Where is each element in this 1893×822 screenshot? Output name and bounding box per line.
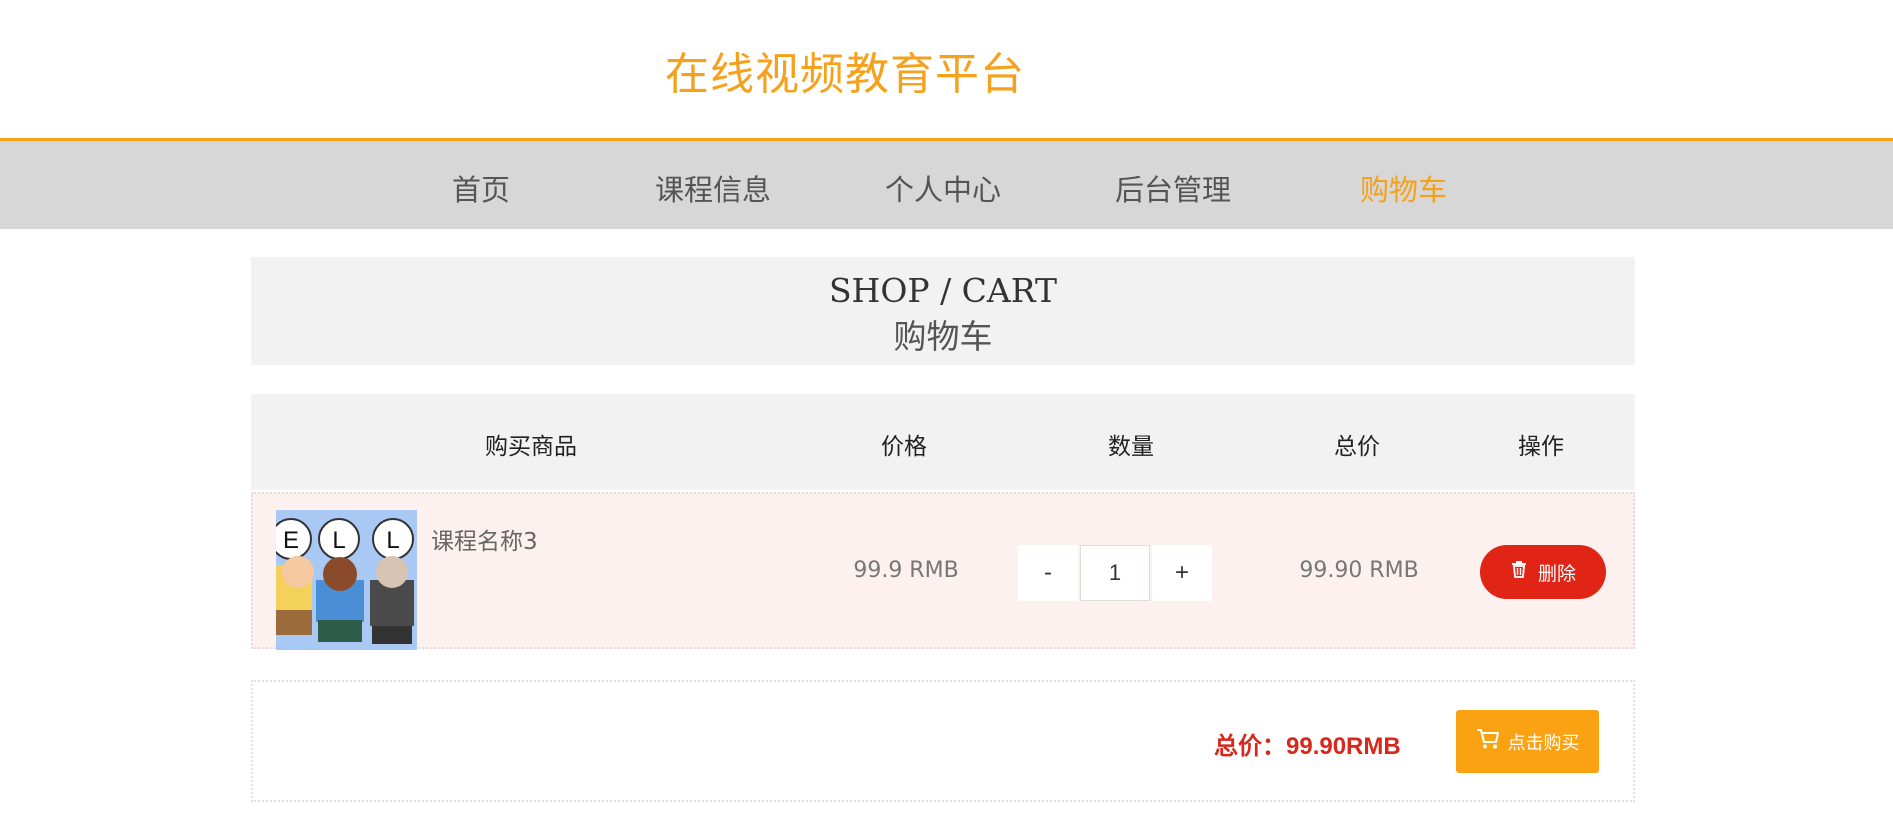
buy-button[interactable]: 点击购买 <box>1456 710 1599 773</box>
main-nav: 首页 课程信息 个人中心 后台管理 购物车 <box>0 138 1893 229</box>
site-title: 在线视频教育平台 <box>665 49 1025 100</box>
line-total: 99.90 RMB <box>1299 558 1419 583</box>
increase-quantity-button[interactable]: + <box>1152 545 1212 601</box>
quantity-stepper: - + <box>1018 545 1212 601</box>
banner-title-zh: 购物车 <box>893 317 993 356</box>
delete-button[interactable]: 删除 <box>1480 545 1606 599</box>
thumbnail-letter: L <box>386 527 399 554</box>
table-row: E L L 课程名称3 99.9 RMB - + 99.90 RMB <box>251 492 1635 650</box>
cart-icon <box>1476 728 1500 755</box>
delete-button-label: 删除 <box>1537 563 1576 585</box>
header-total: 总价 <box>1334 434 1380 460</box>
site-header: 在线视频教育平台 <box>0 0 1893 138</box>
course-name[interactable]: 课程名称3 <box>431 522 538 556</box>
buy-button-label: 点击购买 <box>1507 732 1580 753</box>
nav-item-admin[interactable]: 后台管理 <box>1115 167 1231 209</box>
nav-item-profile[interactable]: 个人中心 <box>885 167 1001 209</box>
header-price: 价格 <box>881 434 927 460</box>
trash-icon <box>1510 560 1528 584</box>
course-thumbnail[interactable]: E L L <box>276 510 417 650</box>
nav-item-courses[interactable]: 课程信息 <box>655 167 771 209</box>
header-action: 操作 <box>1518 434 1564 460</box>
unit-price: 99.9 RMB <box>853 558 959 583</box>
cart-banner: SHOP / CART 购物车 <box>251 257 1635 365</box>
checkout-bar: 总价：99.90RMB 点击购买 <box>251 680 1635 802</box>
cart-table-header: 购买商品 价格 数量 总价 操作 <box>251 394 1635 490</box>
decrease-quantity-button[interactable]: - <box>1018 545 1078 601</box>
header-product: 购买商品 <box>485 434 577 460</box>
nav-item-home[interactable]: 首页 <box>452 167 510 209</box>
header-quantity: 数量 <box>1108 434 1154 460</box>
course-thumbnail-art: E L L <box>276 510 417 650</box>
nav-item-cart[interactable]: 购物车 <box>1360 167 1447 209</box>
thumbnail-letter: E <box>283 527 299 554</box>
thumbnail-letter: L <box>332 527 345 554</box>
quantity-input[interactable] <box>1080 545 1150 601</box>
banner-title-en: SHOP / CART <box>828 271 1058 310</box>
cart-total: 总价：99.90RMB <box>1214 733 1401 760</box>
